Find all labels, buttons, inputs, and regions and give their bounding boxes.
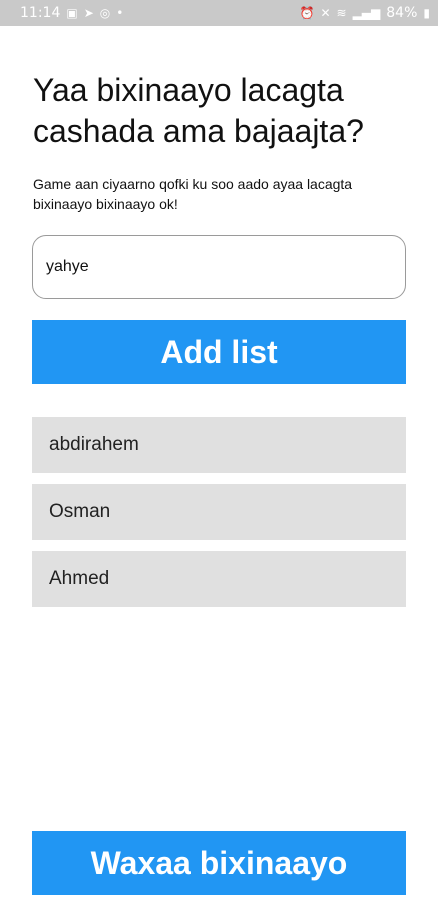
list-item[interactable]: Osman xyxy=(32,484,406,540)
page-subtitle: Game aan ciyaarno qofki ku soo aado ayaa… xyxy=(33,176,353,212)
instagram-icon: ◎ xyxy=(99,6,111,20)
list-item[interactable]: abdirahem xyxy=(32,417,406,473)
telegram-icon: ➤ xyxy=(83,6,94,20)
alarm-icon: ⏰ xyxy=(299,6,315,20)
add-list-button[interactable]: Add list xyxy=(32,320,406,384)
list-item[interactable]: Ahmed xyxy=(32,551,406,607)
status-bar-right: ⏰ ✕ ≋ ▂▄▆ 84% ▮ xyxy=(300,5,431,21)
signal-icon: ▂▄▆ xyxy=(352,6,381,20)
players-list: abdirahem Osman Ahmed xyxy=(32,417,406,618)
status-bar-left: 11:14 ▣ ➤ ◎ • xyxy=(20,5,123,21)
battery-level: 84% xyxy=(386,5,418,21)
page-title: Yaa bixinaayo lacagta cashada ama bajaaj… xyxy=(33,72,364,149)
pick-payer-button[interactable]: Waxaa bixinaayo xyxy=(32,831,406,895)
dot-icon: • xyxy=(116,6,124,20)
status-time: 11:14 xyxy=(20,5,61,21)
gallery-icon: ▣ xyxy=(66,6,78,20)
mute-icon: ✕ xyxy=(320,6,331,20)
name-input[interactable] xyxy=(32,235,406,299)
wifi-icon: ≋ xyxy=(336,6,347,20)
battery-icon: ▮ xyxy=(423,6,430,20)
status-bar: 11:14 ▣ ➤ ◎ • ⏰ ✕ ≋ ▂▄▆ 84% ▮ xyxy=(0,0,438,26)
